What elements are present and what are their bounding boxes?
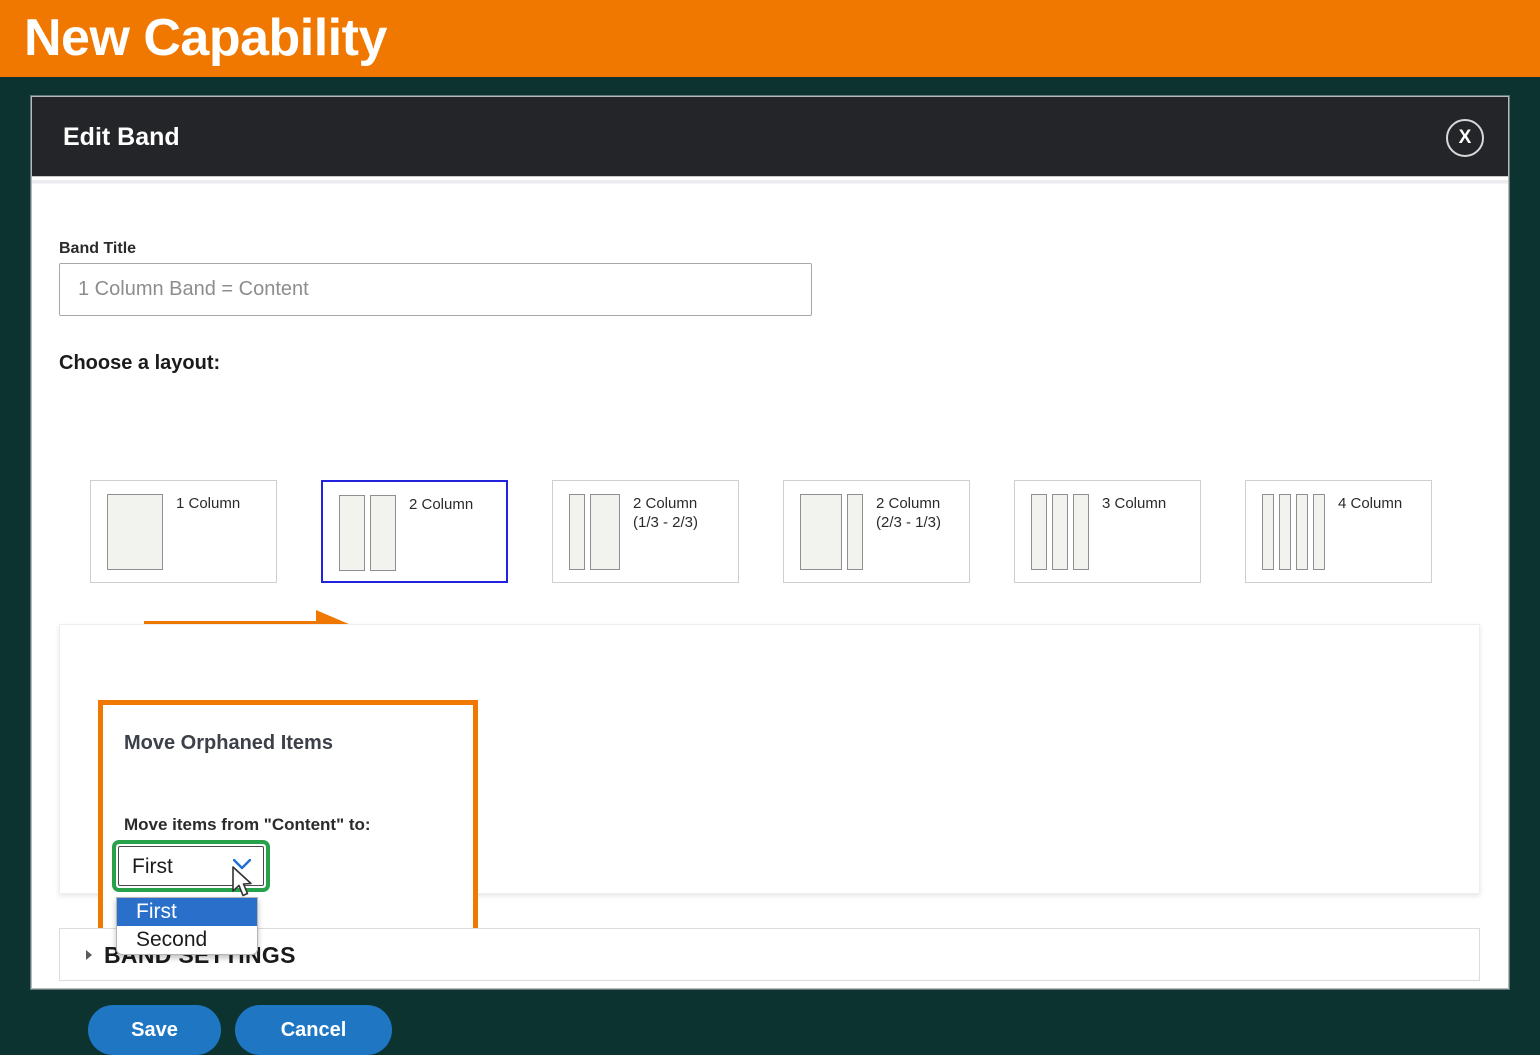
- layout-preview-bars: [1031, 494, 1089, 570]
- layout-preview-bar: [1073, 494, 1089, 570]
- layout-option-5[interactable]: 3 Column: [1014, 480, 1201, 583]
- layout-option-1[interactable]: 1 Column: [90, 480, 277, 583]
- close-icon[interactable]: X: [1446, 119, 1484, 157]
- layout-preview-bar: [370, 495, 396, 571]
- cancel-button[interactable]: Cancel: [235, 1005, 392, 1055]
- layout-preview-bar: [107, 494, 163, 570]
- layout-option-label: 1 Column: [176, 495, 241, 512]
- dialog-titlebar: Edit Band X: [32, 97, 1508, 177]
- save-button[interactable]: Save: [88, 1005, 221, 1055]
- ghost-text-right: BAND SETTINGS: [1057, 177, 1188, 182]
- layout-option-label: 3 Column: [1102, 495, 1167, 512]
- layout-preview-bar: [1279, 494, 1291, 570]
- choose-layout-label: Choose a layout:: [59, 352, 221, 374]
- option-first[interactable]: First: [117, 898, 257, 926]
- move-items-label: Move items from "Content" to:: [124, 815, 371, 834]
- move-target-option-list[interactable]: First Second: [116, 897, 258, 955]
- layout-option-2[interactable]: 2 Column: [321, 480, 508, 583]
- layout-option-label: 4 Column: [1338, 495, 1403, 512]
- layout-preview-bar: [569, 494, 585, 570]
- layout-option-label: 2 Column (1/3 - 2/3): [633, 495, 699, 531]
- band-settings-accordion[interactable]: BAND SETTINGS: [59, 928, 1480, 981]
- layout-option-label: 2 Column (2/3 - 1/3): [876, 495, 942, 531]
- layout-preview-bar: [1296, 494, 1308, 570]
- move-target-select[interactable]: First: [118, 846, 264, 886]
- layout-preview-bar: [1262, 494, 1274, 570]
- band-title-label: Band Title: [59, 240, 137, 257]
- layout-preview-bar: [1313, 494, 1325, 570]
- layout-option-4[interactable]: 2 Column (2/3 - 1/3): [783, 480, 970, 583]
- layout-preview-bars: [569, 494, 620, 570]
- layout-preview-bar: [847, 494, 863, 570]
- move-target-select-focus-ring: First: [112, 840, 270, 892]
- option-second[interactable]: Second: [117, 926, 257, 954]
- layout-preview-bars: [339, 495, 396, 571]
- band-title-input[interactable]: [59, 263, 812, 316]
- layout-preview-bar: [800, 494, 842, 570]
- ghost-text-left: Edit: [87, 177, 115, 182]
- layout-option-6[interactable]: 4 Column: [1245, 480, 1432, 583]
- layout-preview-bar: [1052, 494, 1068, 570]
- layout-preview-bars: [800, 494, 863, 570]
- chevron-right-icon: [86, 950, 92, 960]
- banner-title: New Capability: [24, 9, 387, 67]
- chevron-down-icon: [233, 859, 251, 870]
- layout-preview-bar: [339, 495, 365, 571]
- page-banner: New Capability: [0, 0, 1540, 77]
- scroll-sliver: BAND SETTINGS Edit: [32, 177, 1508, 184]
- dialog-title: Edit Band: [63, 123, 180, 151]
- layout-option-row: 1 Column 2 Column 2 Column (1/3 - 2/3) 2 Co…: [90, 480, 1500, 585]
- layout-preview-bars: [107, 494, 163, 570]
- layout-option-3[interactable]: 2 Column (1/3 - 2/3): [552, 480, 739, 583]
- dialog-body: Band Title Choose a layout: 1 Column 2 Co…: [32, 184, 1508, 1055]
- layout-option-label: 2 Column: [409, 496, 474, 513]
- move-target-select-value: First: [132, 855, 173, 878]
- layout-preview-bar: [590, 494, 620, 570]
- layout-preview-bar: [1031, 494, 1047, 570]
- move-orphaned-items-heading: Move Orphaned Items: [124, 732, 333, 754]
- layout-preview-bars: [1262, 494, 1325, 570]
- edit-band-dialog: Edit Band X BAND SETTINGS Edit Band Titl…: [31, 96, 1509, 1055]
